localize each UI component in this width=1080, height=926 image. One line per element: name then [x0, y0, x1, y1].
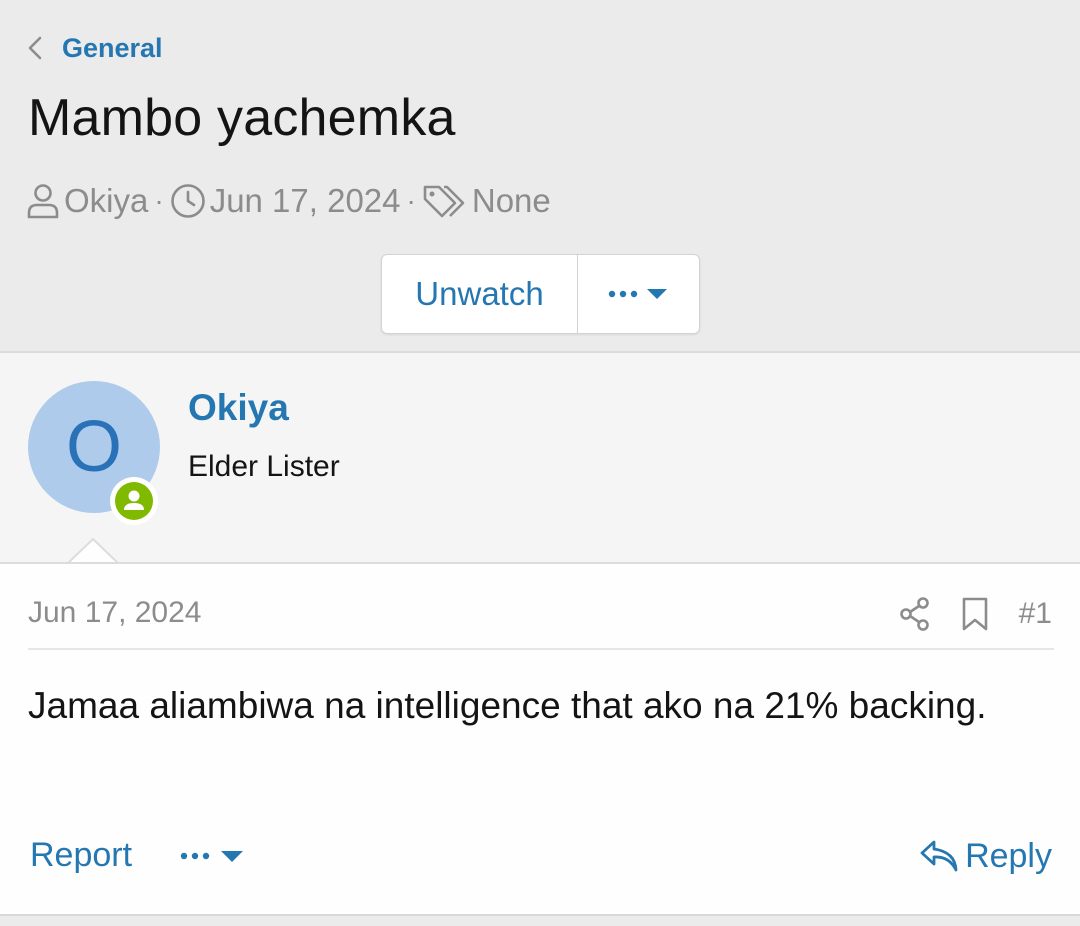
more-dropdown-icon — [180, 851, 243, 862]
online-user-icon — [115, 482, 153, 520]
divider — [0, 914, 1080, 926]
tag-icon — [423, 185, 465, 218]
report-link[interactable]: Report — [30, 836, 132, 875]
reply-button[interactable]: Reply — [919, 834, 1052, 878]
thread-meta: Okiya · Jun 17, 2024 · None — [26, 178, 551, 224]
thread-author[interactable]: Okiya — [64, 182, 148, 220]
meta-separator: · — [154, 185, 164, 216]
breadcrumb-link-general[interactable]: General — [62, 33, 163, 64]
thread-date[interactable]: Jun 17, 2024 — [210, 182, 401, 220]
thread-tags: None — [471, 182, 551, 219]
username-link[interactable]: Okiya — [188, 387, 289, 429]
share-button[interactable] — [899, 597, 931, 631]
post-number-link[interactable]: #1 — [1019, 597, 1052, 631]
share-icon — [899, 597, 929, 631]
more-dropdown-icon — [608, 289, 667, 299]
post-user-block: O Okiya Elder Lister — [0, 353, 1080, 563]
user-arrow-pointer — [68, 538, 118, 564]
post-more-options-button[interactable] — [180, 844, 246, 868]
more-options-button[interactable] — [578, 255, 699, 333]
post-divider — [28, 648, 1054, 650]
user-title: Elder Lister — [188, 450, 340, 483]
post-actions: #1 — [869, 592, 1052, 636]
reply-icon — [920, 840, 958, 872]
chevron-left-icon[interactable] — [26, 33, 44, 63]
thread-button-group: Unwatch — [381, 254, 700, 334]
bookmark-button[interactable] — [961, 597, 989, 631]
user-icon — [27, 184, 59, 219]
post-body: Jamaa aliambiwa na intelligence that ako… — [28, 685, 987, 726]
bookmark-icon — [962, 597, 987, 631]
page-title: Mambo yachemka — [28, 89, 456, 147]
reply-label: Reply — [965, 836, 1052, 875]
post: Jun 17, 2024 #1 Jamaa aliambiwa na intel… — [0, 562, 1080, 916]
meta-separator: · — [406, 185, 416, 216]
unwatch-button[interactable]: Unwatch — [382, 255, 578, 333]
online-status-badge — [110, 477, 158, 525]
post-date[interactable]: Jun 17, 2024 — [28, 596, 201, 630]
thread-header: General Mambo yachemka Okiya · Jun 17, 2… — [0, 0, 1080, 352]
clock-icon — [170, 184, 205, 218]
breadcrumb[interactable]: General — [26, 30, 163, 66]
